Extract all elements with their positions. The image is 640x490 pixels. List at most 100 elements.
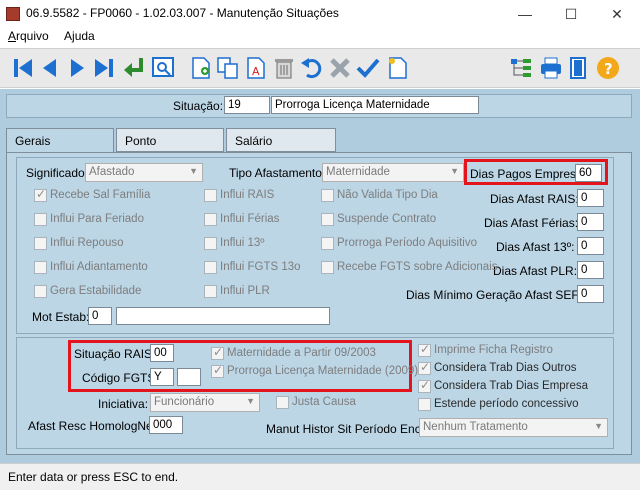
prorroga-2009-label: Prorroga Licença Maternidade (2009) [227,365,419,377]
dias-13-label: Dias Afast 13º: [496,240,575,254]
nao-valida-tipo-dia-label: Não Valida Tipo Dia [337,189,438,201]
dias-ferias-field[interactable]: 0 [577,213,604,231]
situacao-rais-field[interactable]: 00 [150,344,174,362]
print-icon[interactable] [538,55,564,81]
situacao-code-field[interactable]: 19 [224,96,270,114]
influi-adiantamento-checkbox[interactable] [34,261,47,274]
estende-periodo-checkbox[interactable] [418,398,431,411]
dias-sefip-label: Dias Mínimo Geração Afast SEFIP: [406,288,594,302]
manut-histor-select[interactable]: Nenhum Tratamento ▼ [419,418,608,437]
recebe-fgts-adicionais-checkbox[interactable] [321,261,334,274]
menu-arquivo[interactable]: Arquivo [8,29,49,43]
suspende-contrato-label: Suspende Contrato [337,213,437,225]
influi-repouso-checkbox[interactable] [34,237,47,250]
manut-histor-value: Nenhum Tratamento [423,421,528,433]
dias-rais-label: Dias Afast RAIS: [490,192,579,206]
previous-record-icon[interactable] [37,55,63,81]
maternidade-0903-checkbox[interactable] [211,345,224,360]
return-icon[interactable] [121,55,147,81]
chevron-down-icon: ▼ [246,396,255,406]
gera-estabilidade-label: Gera Estabilidade [50,285,142,297]
codigo-fgts-extra-field[interactable] [177,368,201,386]
tab-salario[interactable]: Salário [226,128,336,152]
influi-para-feriado-checkbox[interactable] [34,213,47,226]
afast-resc-field[interactable]: 000 [149,416,183,434]
new-document-icon[interactable] [188,55,214,81]
codigo-fgts-label: Código FGTS: [82,371,159,385]
influi-13-label: Influi 13º [220,237,265,249]
recebe-sal-familia-checkbox[interactable] [34,187,47,202]
influi-fgts-13o-checkbox[interactable] [204,261,217,274]
minimize-button[interactable]: — [502,0,548,28]
influi-ferias-checkbox[interactable] [204,213,217,226]
iniciativa-select[interactable]: Funcionário ▼ [150,393,260,412]
tipo-afastamento-label: Tipo Afastamento: [229,166,326,180]
influi-13-checkbox[interactable] [204,237,217,250]
estende-periodo-label: Estende período concessivo [434,398,579,410]
tab-ponto[interactable]: Ponto [116,128,224,152]
next-record-icon[interactable] [64,55,90,81]
confirm-icon[interactable] [355,55,381,81]
mot-estab-description[interactable] [116,307,330,325]
status-text: Enter data or press ESC to end. [8,470,179,484]
tipo-afastamento-value: Maternidade [326,166,390,178]
dias-pagos-field[interactable]: 60 [575,164,602,182]
considera-empresa-checkbox[interactable] [418,378,431,393]
situacao-description-field[interactable]: Prorroga Licença Maternidade [271,96,479,114]
nao-valida-tipo-dia-checkbox[interactable] [321,189,334,202]
dias-plr-field[interactable]: 0 [577,261,604,279]
considera-outros-checkbox[interactable] [418,360,431,375]
considera-empresa-label: Considera Trab Dias Empresa [434,380,589,392]
app-icon [6,7,20,21]
title-bar: 06.9.5582 - FP0060 - 1.02.03.007 - Manut… [0,0,640,28]
significado-value: Afastado [89,166,135,178]
recebe-fgts-adicionais-label: Recebe FGTS sobre Adicionais [337,261,498,273]
justa-causa-checkbox[interactable] [276,396,289,409]
search-screen-icon[interactable] [150,55,176,81]
influi-repouso-label: Influi Repouso [50,237,124,249]
delete-icon[interactable] [271,55,297,81]
copy-icon[interactable] [215,55,241,81]
svg-text:A: A [252,65,260,78]
influi-plr-checkbox[interactable] [204,285,217,298]
prorroga-2009-checkbox[interactable] [211,363,224,378]
suspende-contrato-checkbox[interactable] [321,213,334,226]
mot-estab-field[interactable]: 0 [88,307,112,325]
close-button[interactable]: ✕ [594,0,640,28]
tipo-afastamento-select[interactable]: Maternidade ▼ [322,163,464,182]
tree-icon[interactable] [508,55,534,81]
blank-document-icon[interactable] [385,55,411,81]
first-record-icon[interactable] [10,55,36,81]
dias-plr-label: Dias Afast PLR: [493,264,578,278]
window-title: 06.9.5582 - FP0060 - 1.02.03.007 - Manut… [26,6,339,20]
iniciativa-value: Funcionário [154,396,215,408]
tab-gerais[interactable]: Gerais [6,128,114,154]
toolbar: A ? [0,48,640,88]
recebe-sal-familia-label: Recebe Sal Família [50,189,151,201]
justa-causa-label: Justa Causa [292,396,356,408]
dias-sefip-field[interactable]: 0 [577,285,604,303]
status-bar: Enter data or press ESC to end. [0,463,640,490]
menu-ajuda[interactable]: Ajuda [64,29,95,43]
maximize-button[interactable]: ☐ [548,0,594,28]
dias-ferias-label: Dias Afast Férias: [484,216,579,230]
gera-estabilidade-checkbox[interactable] [34,285,47,298]
dias-pagos-label: Dias Pagos Empresa: [470,167,587,181]
codigo-fgts-field[interactable]: Y [150,368,174,386]
dias-rais-field[interactable]: 0 [577,189,604,207]
significado-select[interactable]: Afastado ▼ [85,163,203,182]
undo-icon[interactable] [299,55,325,81]
influi-rais-checkbox[interactable] [204,189,217,202]
exit-door-icon[interactable] [566,55,592,81]
influi-adiantamento-label: Influi Adiantamento [50,261,148,273]
prorroga-periodo-aquisitivo-checkbox[interactable] [321,237,334,250]
help-icon[interactable]: ? [595,55,621,81]
imprime-ficha-checkbox[interactable] [418,342,431,357]
cancel-icon[interactable] [327,55,353,81]
dias-13-field[interactable]: 0 [577,237,604,255]
maternidade-0903-label: Maternidade a Partir 09/2003 [227,347,376,359]
influi-para-feriado-label: Influi Para Feriado [50,213,144,225]
last-record-icon[interactable] [91,55,117,81]
clear-field-icon[interactable]: A [243,55,269,81]
menu-ajuda-label-start: A [64,29,73,43]
